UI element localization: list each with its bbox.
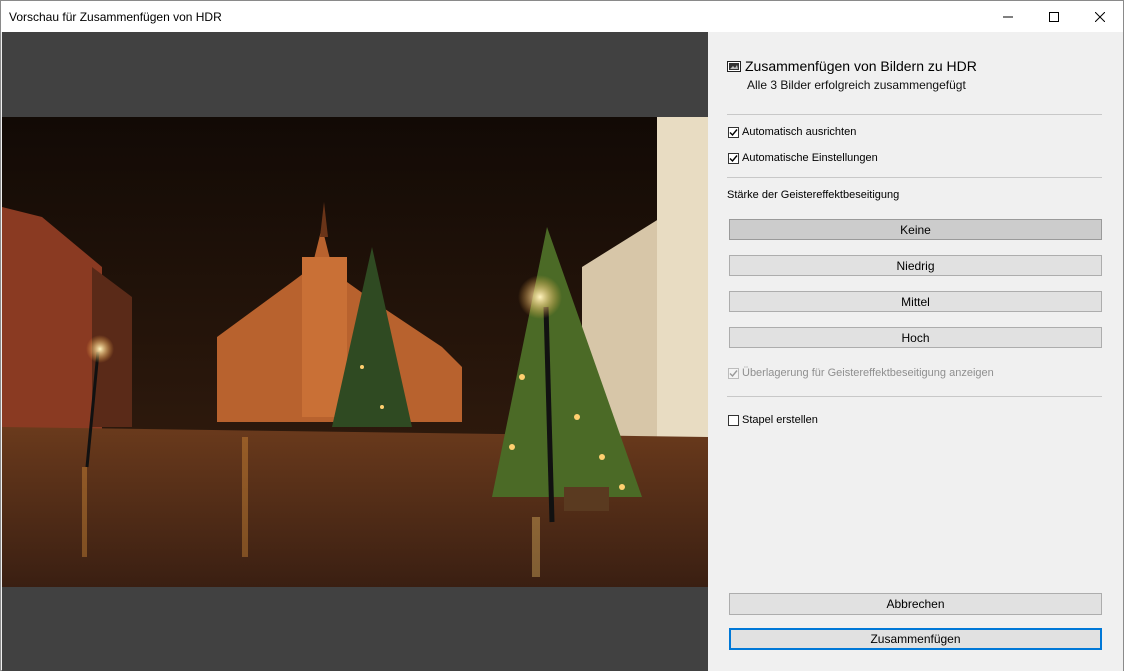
auto-settings-checkbox[interactable]: Automatische Einstellungen bbox=[728, 152, 878, 164]
divider bbox=[727, 396, 1102, 397]
checkbox-checked-icon bbox=[728, 126, 739, 138]
maximize-icon bbox=[1049, 11, 1059, 22]
hdr-preview-area bbox=[2, 32, 708, 671]
deghost-medium-button[interactable]: Mittel bbox=[729, 291, 1102, 312]
deghost-low-button[interactable]: Niedrig bbox=[729, 255, 1102, 276]
hdr-preview-image bbox=[2, 117, 708, 587]
deghost-strength-label: Stärke der Geistereffektbeseitigung bbox=[727, 189, 900, 201]
title-bar[interactable]: Vorschau für Zusammenfügen von HDR bbox=[1, 1, 1123, 32]
show-deghost-overlay-checkbox[interactable]: Überlagerung für Geistereffektbeseitigun… bbox=[728, 367, 994, 379]
divider bbox=[727, 177, 1102, 178]
checkbox-checked-disabled-icon bbox=[728, 367, 739, 379]
minimize-button[interactable] bbox=[985, 1, 1031, 32]
close-button[interactable] bbox=[1077, 1, 1123, 32]
checkbox-checked-icon bbox=[728, 152, 739, 164]
cancel-button[interactable]: Abbrechen bbox=[729, 593, 1102, 615]
window-title: Vorschau für Zusammenfügen von HDR bbox=[9, 9, 222, 24]
maximize-button[interactable] bbox=[1031, 1, 1077, 32]
window-controls bbox=[985, 1, 1123, 32]
divider bbox=[727, 114, 1102, 115]
deghost-high-button[interactable]: Hoch bbox=[729, 327, 1102, 348]
auto-align-checkbox[interactable]: Automatisch ausrichten bbox=[728, 126, 856, 138]
checkbox-unchecked-icon bbox=[728, 414, 739, 426]
merge-options-panel: Zusammenfügen von Bildern zu HDR Alle 3 … bbox=[708, 32, 1123, 671]
minimize-icon bbox=[1003, 16, 1013, 17]
panel-header: Zusammenfügen von Bildern zu HDR bbox=[727, 58, 977, 74]
panel-title: Zusammenfügen von Bildern zu HDR bbox=[745, 58, 977, 74]
deghost-none-button[interactable]: Keine bbox=[729, 219, 1102, 240]
close-icon bbox=[1095, 11, 1105, 22]
create-stack-checkbox[interactable]: Stapel erstellen bbox=[728, 414, 818, 426]
hdr-merge-preview-window: Vorschau für Zusammenfügen von HDR Zusam… bbox=[0, 0, 1124, 671]
merge-status-text: Alle 3 Bilder erfolgreich zusammengefügt bbox=[747, 78, 966, 92]
merge-button[interactable]: Zusammenfügen bbox=[729, 628, 1102, 650]
image-icon bbox=[727, 60, 741, 72]
